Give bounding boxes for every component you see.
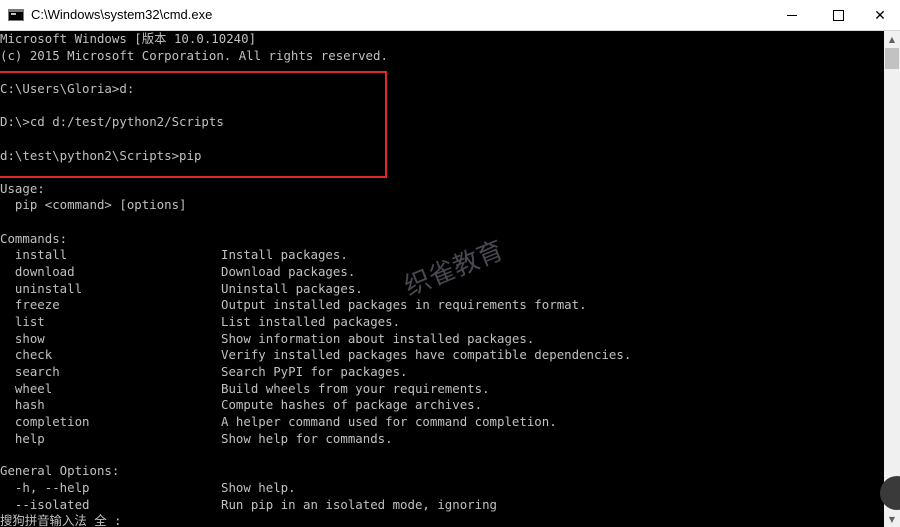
scrollbar-thumb[interactable] <box>885 48 899 69</box>
command-name: wheel <box>0 381 53 396</box>
command-desc: A helper command used for command comple… <box>221 414 557 429</box>
minimize-button[interactable] <box>769 0 815 31</box>
command-desc: Uninstall packages. <box>221 281 363 296</box>
option-desc: Show help. <box>221 480 296 495</box>
command-row: search Search PyPI for packages. <box>0 364 408 380</box>
command-desc: Verify installed packages have compatibl… <box>221 347 632 362</box>
command-row: help Show help for commands. <box>0 431 393 447</box>
command-row: list List installed packages. <box>0 314 400 330</box>
command-row: wheel Build wheels from your requirements… <box>0 381 490 397</box>
console-line: Microsoft Windows [版本 10.0.10240] <box>0 31 257 46</box>
command-name: show <box>0 331 45 346</box>
command-name: uninstall <box>0 281 83 296</box>
highlight-box <box>0 71 387 178</box>
console-line: pip <command> [options] <box>0 197 187 212</box>
console-output[interactable]: Microsoft Windows [版本 10.0.10240] (c) 20… <box>0 31 884 527</box>
maximize-icon <box>832 10 844 21</box>
scroll-down-icon[interactable]: ▼ <box>884 511 900 527</box>
command-desc: Show information about installed package… <box>221 331 535 346</box>
command-name: list <box>0 314 45 329</box>
command-desc: Build wheels from your requirements. <box>221 381 490 396</box>
minimize-icon <box>787 15 797 16</box>
command-name: download <box>0 264 75 279</box>
general-options-header: General Options: <box>0 463 120 478</box>
command-row: completion A helper command used for comm… <box>0 414 557 430</box>
command-desc: Search PyPI for packages. <box>221 364 408 379</box>
command-name: check <box>0 347 53 362</box>
command-name: completion <box>0 414 90 429</box>
option-name: --isolated <box>0 497 90 512</box>
command-desc: Compute hashes of package archives. <box>221 397 483 412</box>
close-icon: ✕ <box>874 7 886 24</box>
command-row: show Show information about installed pac… <box>0 331 534 347</box>
command-row: check Verify installed packages have comp… <box>0 347 631 363</box>
command-desc: Download packages. <box>221 264 356 279</box>
command-row: download Download packages. <box>0 264 355 280</box>
window-title: C:\Windows\system32\cmd.exe <box>31 7 213 22</box>
scroll-up-icon[interactable]: ▲ <box>884 31 900 47</box>
console-line: Usage: <box>0 181 45 196</box>
maximize-button[interactable] <box>815 0 861 31</box>
command-name: freeze <box>0 297 60 312</box>
command-row: uninstall Uninstall packages. <box>0 281 363 297</box>
ime-status: 搜狗拼音输入法 全 : <box>0 513 122 527</box>
command-desc: List installed packages. <box>221 314 401 329</box>
command-row: hash Compute hashes of package archives. <box>0 397 482 413</box>
command-name: search <box>0 364 60 379</box>
title-bar[interactable]: C:\Windows\system32\cmd.exe ✕ <box>0 0 900 31</box>
command-name: help <box>0 431 45 446</box>
watermark: 织雀教育 <box>400 235 508 303</box>
command-desc: Show help for commands. <box>221 431 393 446</box>
command-desc: Install packages. <box>221 247 348 262</box>
command-name: install <box>0 247 68 262</box>
vertical-scrollbar[interactable]: ▲ ▼ <box>884 31 900 527</box>
console-line: Commands: <box>0 231 68 246</box>
option-row: -h, --help Show help. <box>0 480 296 496</box>
close-button[interactable]: ✕ <box>860 0 900 31</box>
cmd-window: C:\Windows\system32\cmd.exe ✕ Microsoft … <box>0 0 900 527</box>
command-row: install Install packages. <box>0 247 348 263</box>
console-line: (c) 2015 Microsoft Corporation. All righ… <box>0 48 388 63</box>
option-row: --isolated Run pip in an isolated mode, i… <box>0 497 497 513</box>
command-desc: Output installed packages in requirement… <box>221 297 587 312</box>
option-name: -h, --help <box>0 480 90 495</box>
command-name: hash <box>0 397 45 412</box>
option-desc: Run pip in an isolated mode, ignoring <box>221 497 498 512</box>
cmd-app-icon[interactable] <box>8 9 24 21</box>
command-row: freeze Output installed packages in requi… <box>0 297 587 313</box>
